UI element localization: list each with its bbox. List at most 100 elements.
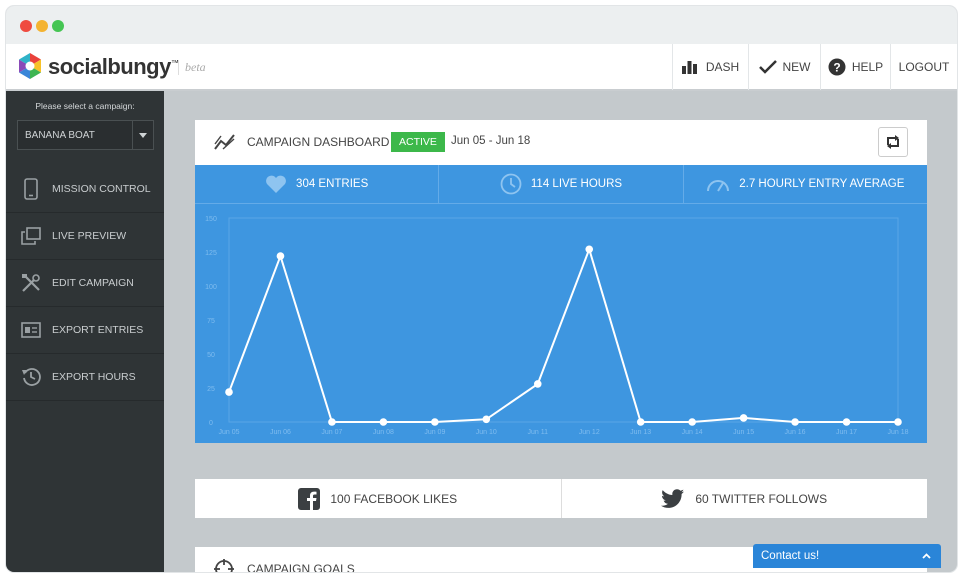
x-tick-label: Jun 11 — [528, 429, 549, 436]
nav-logout-label: LOGOUT — [898, 60, 950, 74]
tools-icon — [18, 273, 44, 293]
nav-new-button[interactable]: NEW — [748, 44, 820, 90]
data-point — [276, 252, 285, 260]
refresh-button[interactable] — [878, 127, 908, 157]
sidebar-item-label: MISSION CONTROL — [52, 183, 151, 195]
data-point — [636, 418, 645, 426]
social-stats-card: 100 FACEBOOK LIKES 60 TWITTER FOLLOWS — [195, 479, 927, 518]
sidebar-item-mission-control[interactable]: MISSION CONTROL — [6, 166, 164, 213]
x-tick-label: Jun 16 — [785, 429, 806, 436]
sidebar-item-label: EDIT CAMPAIGN — [52, 277, 134, 289]
brand-name: socialbungy™ — [48, 54, 179, 79]
x-tick-label: Jun 13 — [630, 429, 651, 436]
top-navigation: socialbungy™ beta DASH NEW ? HELP LOGOUT — [6, 44, 957, 91]
x-tick-label: Jun 18 — [887, 429, 908, 436]
x-tick-label: Jun 12 — [579, 429, 600, 436]
svg-text:?: ? — [833, 61, 840, 75]
minimize-window-button[interactable] — [36, 20, 48, 32]
y-tick-label: 0 — [209, 420, 213, 427]
y-tick-label: 75 — [207, 318, 215, 325]
series-line — [228, 246, 898, 423]
data-point — [482, 415, 491, 424]
twitter-follows: 60 TWITTER FOLLOWS — [562, 479, 928, 518]
caret-down-icon[interactable] — [132, 121, 153, 149]
stat-hourly-average: 2.7 HOURLY ENTRY AVERAGE — [684, 165, 927, 203]
clock-icon — [500, 173, 522, 195]
nav-logout-button[interactable]: LOGOUT — [890, 44, 957, 90]
bar-chart-icon — [681, 61, 697, 74]
chevron-up-icon — [922, 553, 931, 559]
chart-svg: 0 25 50 75 100 125 150 Jun 05 Jun 06 Jun 07 Jun 08… — [205, 216, 908, 436]
date-range: Jun 05 - Jun 18 — [451, 135, 531, 147]
data-point — [379, 418, 388, 426]
x-tick-label: Jun 14 — [682, 429, 703, 436]
contact-us-button[interactable]: Contact us! — [753, 544, 941, 568]
facebook-likes: 100 FACEBOOK LIKES — [195, 479, 562, 518]
stat-live-hours-label: 114 LIVE HOURS — [530, 178, 623, 190]
plot-frame — [228, 217, 899, 423]
data-point — [585, 245, 594, 254]
campaign-select[interactable]: BANANA BOAT — [17, 120, 154, 150]
sidebar-item-edit-campaign[interactable]: EDIT CAMPAIGN — [6, 260, 164, 307]
stat-entries: 304 ENTRIES — [195, 165, 440, 203]
x-tick-label: Jun 06 — [270, 429, 291, 436]
stat-live-hours: 114 LIVE HOURS — [439, 165, 684, 203]
data-point — [894, 418, 902, 426]
close-window-button[interactable] — [20, 20, 32, 32]
help-icon: ? — [828, 58, 846, 76]
history-icon — [18, 367, 44, 387]
data-point — [225, 388, 233, 396]
id-card-icon — [18, 322, 44, 338]
contact-us-label: Contact us! — [761, 550, 820, 562]
dashboard-title: CAMPAIGN DASHBOARD — [247, 135, 390, 149]
preview-icon — [18, 227, 44, 245]
heart-icon — [266, 175, 286, 193]
maximize-window-button[interactable] — [52, 20, 64, 32]
x-tick-label: Jun 07 — [321, 429, 342, 436]
sidebar-item-export-entries[interactable]: EXPORT ENTRIES — [6, 307, 164, 354]
x-tick-label: Jun 17 — [836, 429, 857, 436]
data-point — [791, 418, 799, 426]
stats-bar: 304 ENTRIES 114 LIVE HOURS 2.7 HOURLY EN… — [195, 165, 927, 204]
logo-icon[interactable] — [16, 52, 44, 80]
twitter-icon — [661, 488, 685, 508]
nav-help-button[interactable]: ? HELP — [820, 44, 890, 90]
x-tick-label: Jun 10 — [476, 429, 497, 436]
x-tick-label: Jun 08 — [373, 429, 394, 436]
sidebar: Please select a campaign: BANANA BOAT MI… — [6, 91, 164, 572]
campaign-dashboard-card: CAMPAIGN DASHBOARD ACTIVE Jun 05 - Jun 1… — [195, 120, 927, 443]
data-point — [688, 418, 696, 426]
y-tick-label: 50 — [207, 352, 215, 359]
nav-help-label: HELP — [851, 60, 884, 74]
facebook-likes-label: 100 FACEBOOK LIKES — [330, 491, 458, 506]
nav-new-label: NEW — [782, 60, 811, 74]
facebook-icon — [298, 487, 321, 510]
nav-dash-button[interactable]: DASH — [672, 44, 748, 90]
campaign-select-value: BANANA BOAT — [25, 129, 95, 141]
stat-hourly-average-label: 2.7 HOURLY ENTRY AVERAGE — [739, 178, 905, 190]
status-badge: ACTIVE — [391, 132, 445, 152]
data-point — [533, 380, 542, 388]
beta-tag: beta — [178, 60, 206, 75]
nav-dash-label: DASH — [705, 60, 740, 74]
trend-line-icon — [214, 134, 235, 150]
campaign-select-label: Please select a campaign: — [35, 101, 135, 111]
campaign-goals-title: CAMPAIGN GOALS — [247, 562, 355, 572]
x-tick-label: Jun 15 — [733, 429, 754, 436]
sidebar-item-live-preview[interactable]: LIVE PREVIEW — [6, 213, 164, 260]
gauge-icon — [707, 180, 730, 192]
data-point — [431, 418, 439, 426]
y-tick-label: 150 — [205, 216, 217, 223]
y-tick-label: 25 — [207, 386, 215, 393]
entries-line-chart: 0 25 50 75 100 125 150 Jun 05 Jun 06 Jun 07 Jun 08… — [195, 204, 927, 443]
phone-icon — [18, 178, 44, 200]
twitter-follows-label: 60 TWITTER FOLLOWS — [695, 491, 828, 506]
sidebar-item-export-hours[interactable]: EXPORT HOURS — [6, 354, 164, 401]
main-content: CAMPAIGN DASHBOARD ACTIVE Jun 05 - Jun 1… — [164, 91, 957, 572]
y-tick-label: 125 — [205, 250, 217, 257]
sidebar-item-label: LIVE PREVIEW — [52, 230, 127, 242]
data-point — [328, 418, 336, 426]
sidebar-item-label: EXPORT HOURS — [52, 371, 136, 383]
data-point — [739, 414, 748, 422]
checkmark-icon — [758, 60, 777, 74]
